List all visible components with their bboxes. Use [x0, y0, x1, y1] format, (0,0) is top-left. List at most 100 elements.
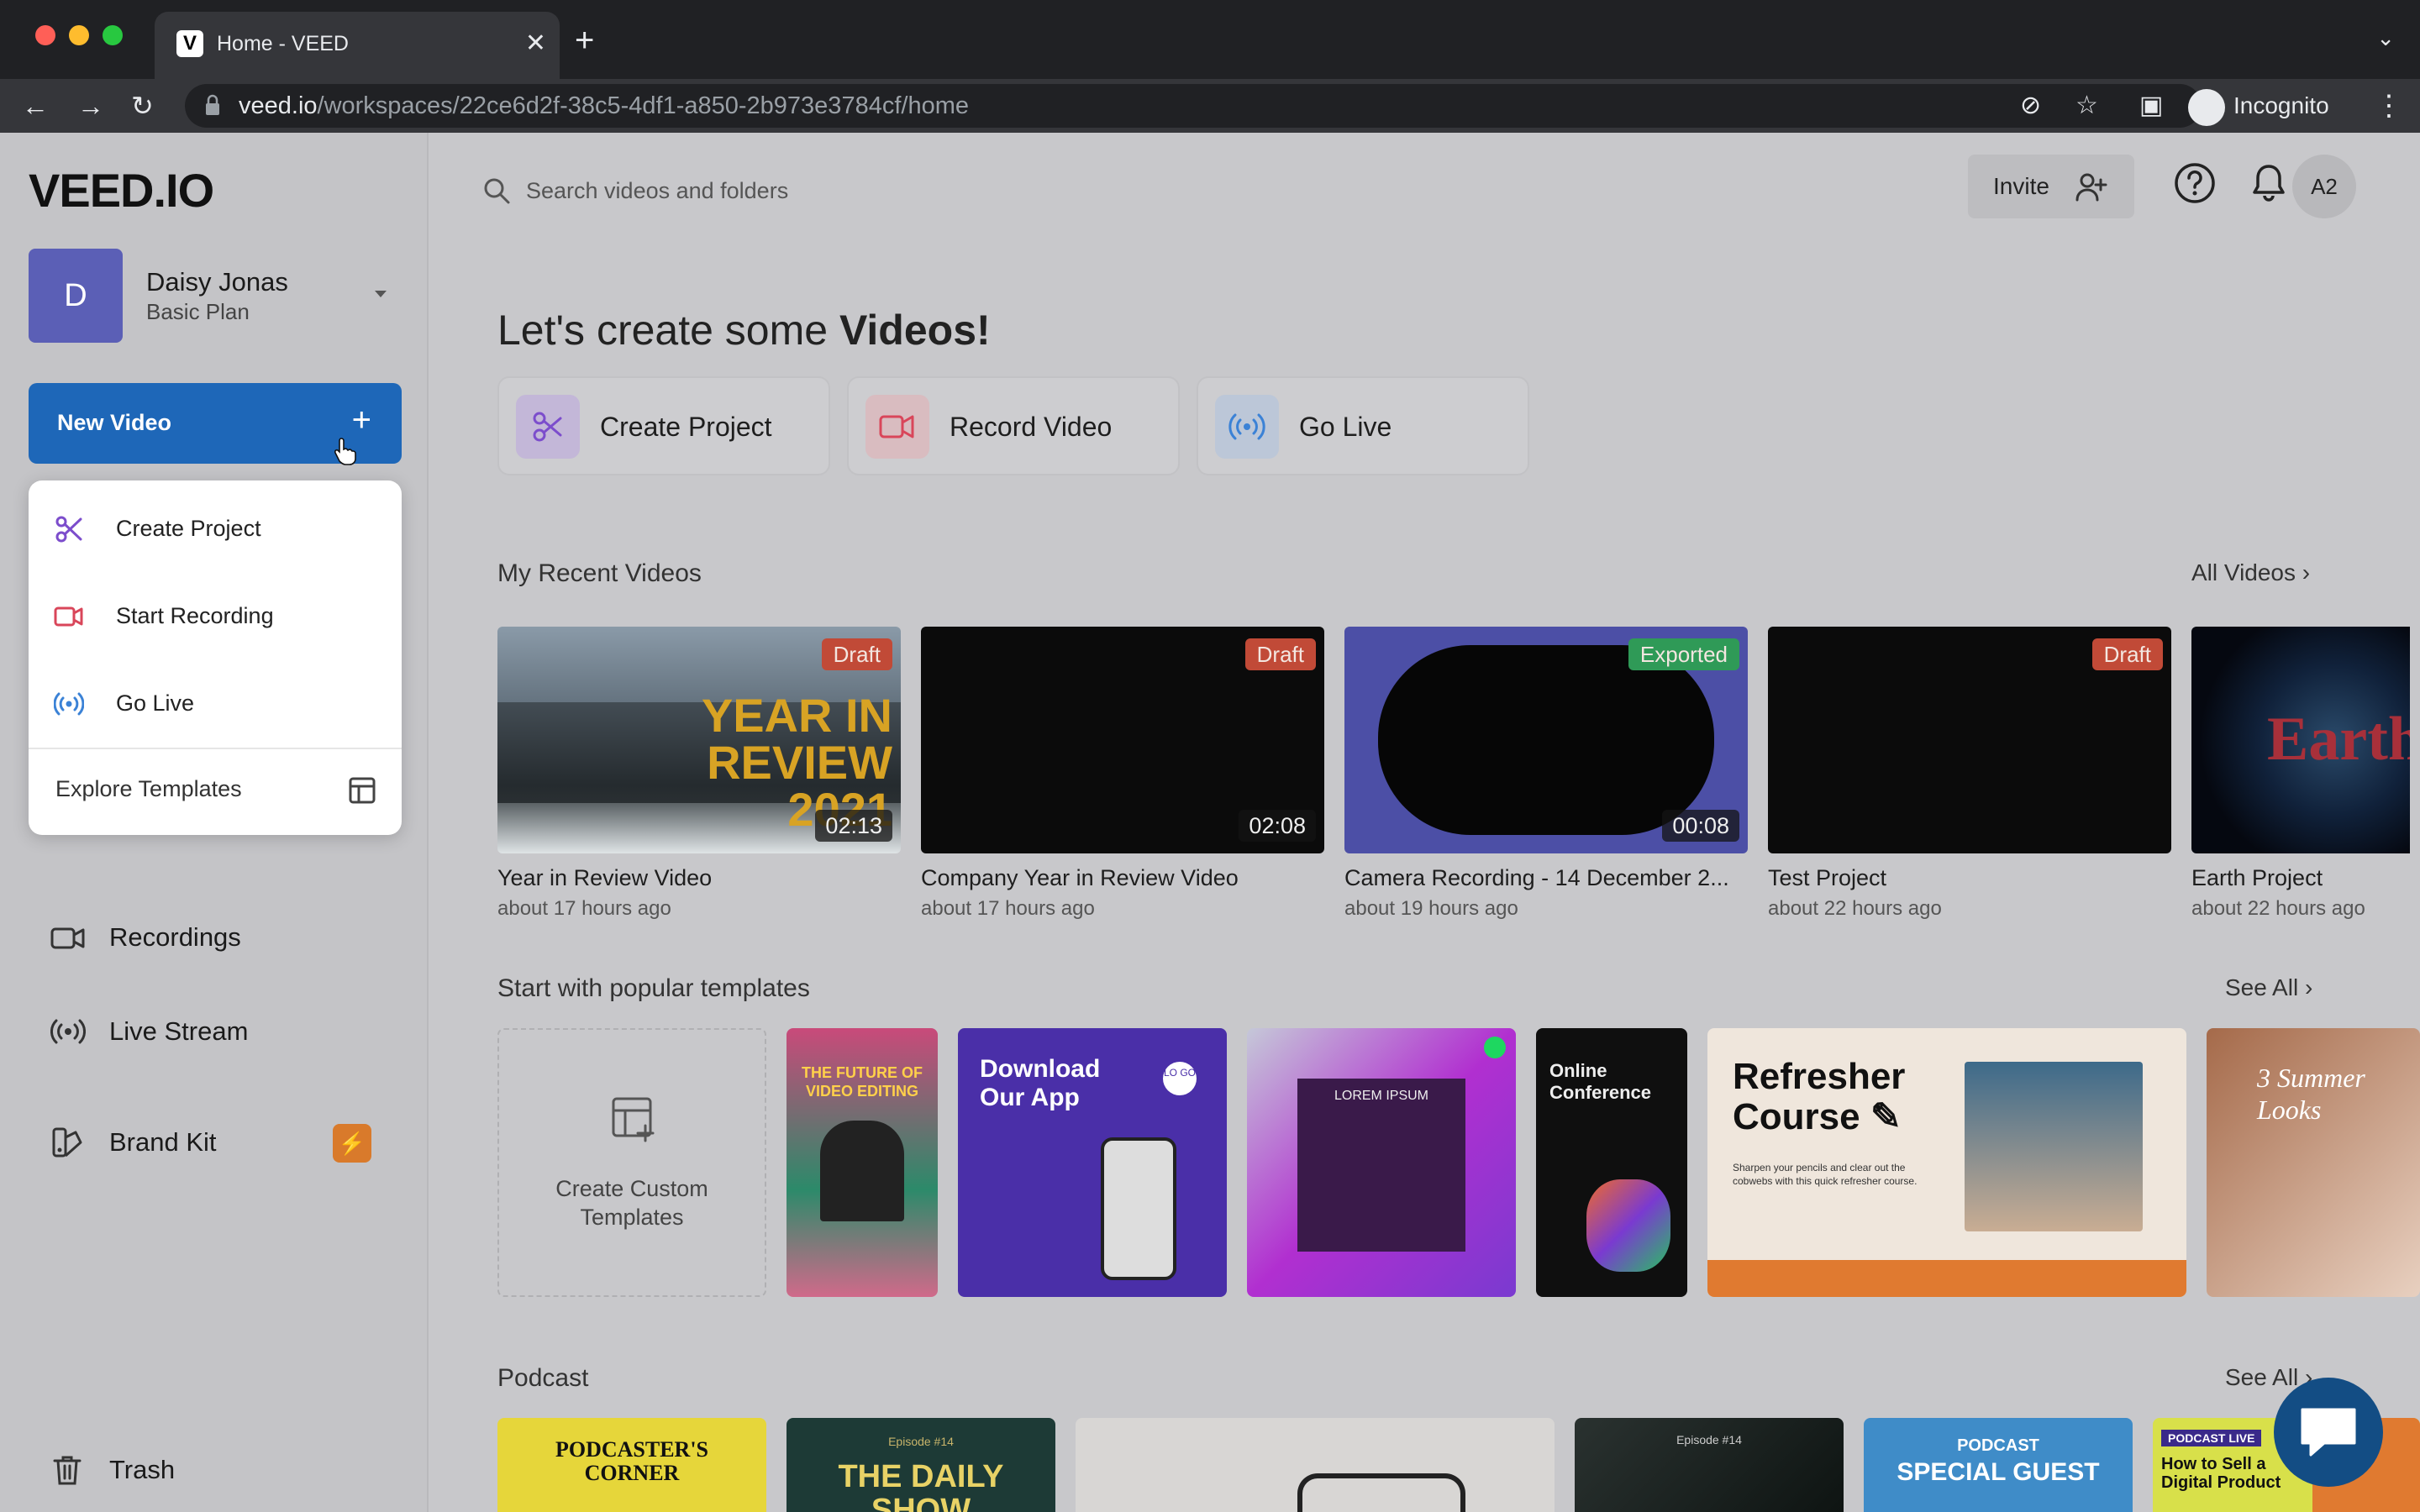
sidebar-item-label: Brand Kit	[109, 1127, 217, 1157]
menu-item-go-live[interactable]: Go Live	[29, 665, 402, 741]
menu-item-start-recording[interactable]: Start Recording	[29, 578, 402, 654]
trash-icon	[53, 1456, 82, 1485]
new-video-label: New Video	[57, 410, 172, 435]
go-live-card[interactable]: Go Live	[1197, 376, 1529, 475]
video-card[interactable]: Earth Earth Project about 22 hours ago	[2191, 627, 2410, 963]
search-input[interactable]	[526, 173, 1148, 208]
status-badge: Draft	[2091, 638, 2163, 670]
video-timestamp: about 17 hours ago	[497, 897, 671, 920]
podcast-title: Podcast	[497, 1364, 589, 1392]
menu-item-create-project[interactable]: Create Project	[29, 491, 402, 566]
quick-action-label: Create Project	[600, 412, 772, 442]
template-text: SPECIAL GUEST	[1897, 1458, 2100, 1486]
template-subtext: Episode #14	[888, 1435, 954, 1448]
broadcast-icon	[1215, 395, 1279, 459]
template-card[interactable]: Download Our App LO GO	[958, 1028, 1227, 1297]
help-icon[interactable]	[2173, 161, 2217, 205]
template-subtext: Episode #14	[1676, 1433, 1742, 1446]
template-card[interactable]: Online Conference	[1536, 1028, 1687, 1297]
new-tab-icon[interactable]: +	[575, 22, 594, 59]
templates-title: Start with popular templates	[497, 974, 810, 1002]
sidebar: VEED.IO D Daisy Jonas Basic Plan New Vid…	[0, 133, 429, 1512]
reload-icon[interactable]: ↻	[131, 89, 154, 123]
record-video-card[interactable]: Record Video	[847, 376, 1180, 475]
search-bar[interactable]	[482, 166, 1155, 217]
account-avatar[interactable]: A2	[2292, 155, 2356, 218]
video-camera-icon	[54, 606, 83, 627]
browser-menu-icon[interactable]: ⋮	[2375, 89, 2403, 123]
template-subtext: Sharpen your pencils and clear out the c…	[1733, 1162, 1918, 1187]
quick-action-label: Go Live	[1299, 412, 1392, 442]
podcast-template-card[interactable]	[1076, 1418, 1555, 1512]
eye-slash-icon[interactable]: ⊘	[2020, 91, 2041, 121]
menu-item-label: Go Live	[116, 690, 195, 716]
video-thumbnail[interactable]: Exported 00:08	[1344, 627, 1748, 853]
create-custom-template-card[interactable]: Create Custom Templates	[497, 1028, 766, 1297]
tab-search-chevron-icon[interactable]: ⌄	[2376, 25, 2395, 51]
sidebar-item-recordings[interactable]: Recordings	[50, 912, 403, 963]
forward-arrow-icon[interactable]: →	[77, 89, 104, 123]
side-panel-icon[interactable]: ▣	[2139, 91, 2163, 121]
template-card[interactable]: LOREM IPSUM	[1247, 1028, 1516, 1297]
veed-logo[interactable]: VEED.IO	[29, 163, 214, 218]
invite-button[interactable]: Invite	[1968, 155, 2134, 218]
browser-tab[interactable]: V Home - VEED ✕	[155, 12, 560, 79]
close-tab-icon[interactable]: ✕	[525, 27, 546, 60]
explore-templates-item[interactable]: Explore Templates	[29, 748, 402, 835]
create-custom-template-label: Create Custom Templates	[555, 1176, 708, 1230]
maximize-window-button[interactable]	[103, 25, 123, 45]
template-subtext: PODCAST	[1957, 1436, 2039, 1455]
incognito-icon	[2188, 88, 2225, 126]
create-project-card[interactable]: Create Project	[497, 376, 830, 475]
menu-item-label: Start Recording	[116, 603, 274, 628]
template-card[interactable]: Refresher Course ✎ Sharpen your pencils …	[1707, 1028, 2186, 1297]
address-bar[interactable]: veed.io/workspaces/22ce6d2f-38c5-4df1-a8…	[185, 84, 2202, 128]
template-add-icon	[612, 1097, 655, 1142]
video-title[interactable]: Year in Review Video	[497, 865, 712, 891]
bell-icon[interactable]	[2247, 161, 2291, 205]
template-text: THE DAILY SHOW	[838, 1459, 1004, 1512]
veed-favicon-icon: V	[176, 30, 203, 57]
sidebar-item-brand-kit[interactable]: Brand Kit ⚡	[50, 1117, 403, 1168]
chat-launcher-button[interactable]	[2274, 1378, 2383, 1487]
video-thumbnail[interactable]: Earth	[2191, 627, 2410, 853]
bookmark-star-icon[interactable]: ☆	[2075, 91, 2098, 121]
minimize-window-button[interactable]	[69, 25, 89, 45]
template-text: LOREM IPSUM	[1334, 1089, 1428, 1103]
sidebar-item-trash[interactable]: Trash	[50, 1445, 403, 1495]
brand-kit-icon	[52, 1127, 82, 1158]
new-video-dropdown-menu: Create Project Start Recording Go Live E…	[29, 480, 402, 835]
all-videos-link[interactable]: All Videos ›	[2191, 559, 2310, 586]
podcast-template-card[interactable]: PODCASTER'S CORNER	[497, 1418, 766, 1512]
podcast-template-card[interactable]: Episode #14 THE DAILY SHOW	[786, 1418, 1055, 1512]
template-text: PODCASTER'S CORNER	[555, 1437, 709, 1485]
duration-badge: 00:08	[1662, 810, 1739, 842]
video-title[interactable]: Camera Recording - 14 December 2...	[1344, 865, 1729, 891]
video-title[interactable]: Test Project	[1768, 865, 1886, 891]
sidebar-item-label: Recordings	[109, 922, 241, 952]
podcast-template-card[interactable]: PODCAST SPECIAL GUEST	[1864, 1418, 2133, 1512]
video-thumbnail[interactable]: YEAR IN REVIEW 2021 Draft 02:13	[497, 627, 901, 853]
browser-toolbar: ← → ↻ veed.io/workspaces/22ce6d2f-38c5-4…	[0, 79, 2420, 133]
sidebar-item-live-stream[interactable]: Live Stream	[50, 1006, 403, 1057]
template-card[interactable]: 3 Summer Looks	[2207, 1028, 2420, 1297]
template-subtext: PODCAST LIVE	[2161, 1430, 2262, 1446]
video-title[interactable]: Earth Project	[2191, 865, 2323, 891]
template-card[interactable]: THE FUTURE OF VIDEO EDITING	[786, 1028, 938, 1297]
duration-badge: 02:08	[1239, 810, 1316, 842]
back-arrow-icon[interactable]: ←	[22, 89, 49, 123]
video-thumbnail[interactable]: Draft	[1768, 627, 2171, 853]
video-timestamp: about 22 hours ago	[2191, 897, 2365, 920]
url-text: veed.io/workspaces/22ce6d2f-38c5-4df1-a8…	[239, 92, 969, 119]
menu-item-label: Create Project	[116, 516, 261, 541]
incognito-indicator[interactable]: Incognito	[2188, 87, 2329, 126]
user-plan: Basic Plan	[146, 299, 250, 324]
podcast-template-card[interactable]: Episode #14	[1575, 1418, 1844, 1512]
close-window-button[interactable]	[35, 25, 55, 45]
templates-see-all-link[interactable]: See All ›	[2225, 974, 2312, 1001]
template-icon	[349, 777, 376, 804]
video-thumbnail[interactable]: Draft 02:08	[921, 627, 1324, 853]
video-title[interactable]: Company Year in Review Video	[921, 865, 1239, 891]
scissors-icon	[55, 516, 82, 543]
template-text: How to Sell a Digital Product	[2161, 1455, 2281, 1492]
